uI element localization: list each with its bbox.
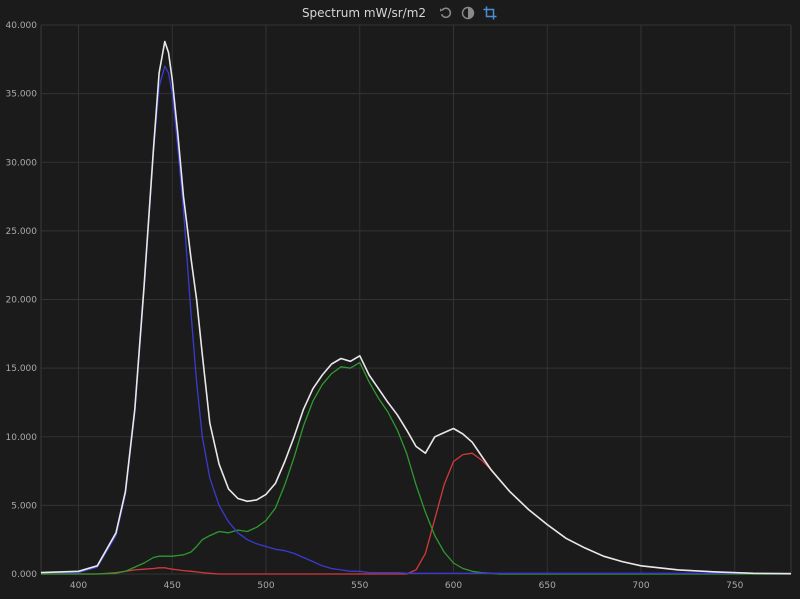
- y-tick-label: 35.000: [6, 90, 38, 100]
- spectrum-chart: 400 450 500 550 600 650 700 750 0.000 5.000 10.00…: [6, 21, 792, 591]
- x-axis-ticks: 400 450 500 550 600 650 700 750: [70, 581, 744, 591]
- x-tick-label: 550: [351, 581, 368, 591]
- x-tick-label: 500: [257, 581, 274, 591]
- x-tick-label: 700: [632, 581, 649, 591]
- x-tick-label: 750: [726, 581, 743, 591]
- series-lines: [40, 40, 792, 575]
- grid: [40, 24, 792, 575]
- x-tick-label: 600: [445, 581, 462, 591]
- y-tick-label: 0.000: [11, 570, 37, 580]
- series-line-red: [41, 452, 792, 575]
- series-line-green: [41, 361, 791, 575]
- x-tick-label: 400: [70, 581, 87, 591]
- x-tick-label: 650: [539, 581, 556, 591]
- y-tick-label: 30.000: [6, 158, 38, 168]
- y-tick-label: 40.000: [6, 21, 38, 31]
- y-tick-label: 25.000: [6, 227, 38, 237]
- y-axis-ticks: 0.000 5.000 10.000 15.000 20.000 25.000 30.000…: [6, 21, 38, 580]
- y-tick-label: 20.000: [6, 296, 38, 306]
- y-tick-label: 15.000: [6, 364, 38, 374]
- spectrum-viewer: Spectrum mW/sr/m2 400 450 500 550 600 650 700 7…: [0, 0, 800, 599]
- x-tick-label: 450: [164, 581, 181, 591]
- y-tick-label: 10.000: [6, 433, 38, 443]
- series-line-total: [40, 40, 792, 575]
- y-tick-label: 5.000: [11, 501, 37, 511]
